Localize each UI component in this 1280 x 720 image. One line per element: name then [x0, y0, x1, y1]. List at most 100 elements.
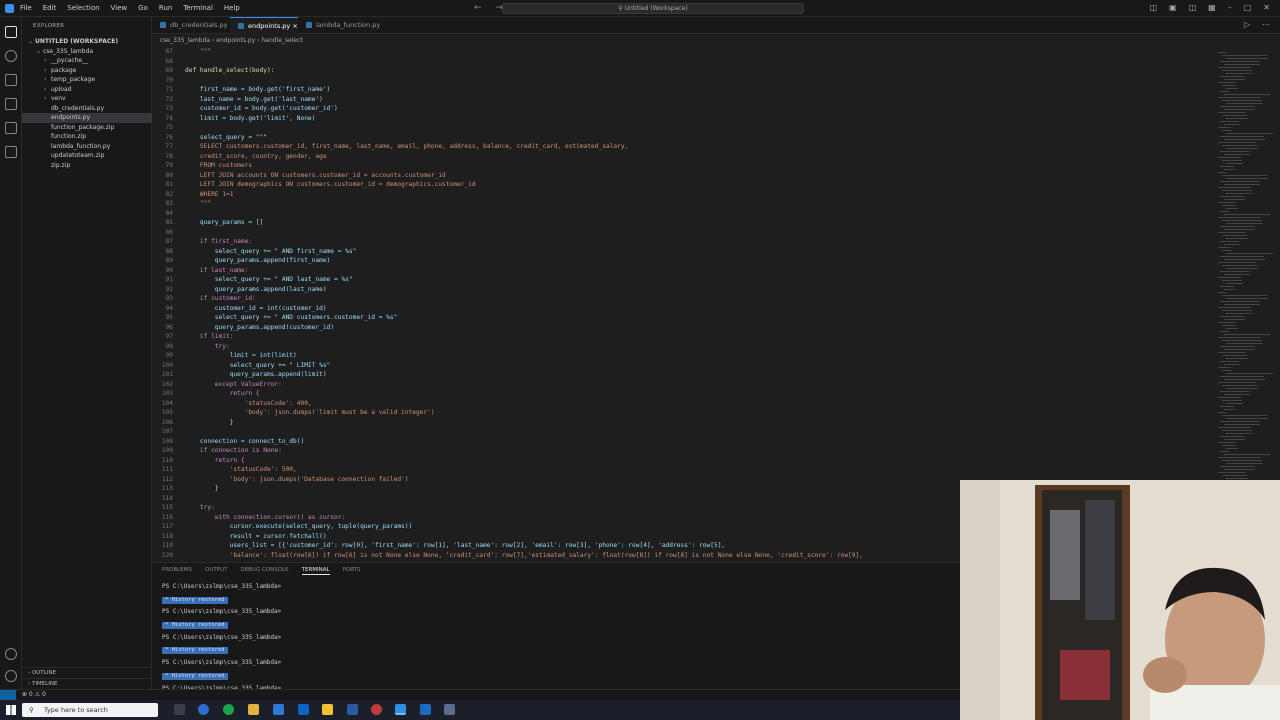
- timeline-section[interactable]: › TIMELINE: [22, 678, 152, 689]
- sidebar-item[interactable]: db_credentials.py: [22, 104, 152, 114]
- webcam-overlay: [960, 480, 1280, 720]
- problems-count[interactable]: ⊗ 0 ⚠ 0: [22, 691, 46, 698]
- menu-bar: File Edit Selection View Go Run Terminal…: [20, 4, 240, 12]
- layout-panel-icon[interactable]: ▣: [1169, 3, 1177, 12]
- vscode-taskbar-icon[interactable]: [395, 704, 406, 715]
- sidebar-item-label: upload: [51, 85, 72, 93]
- sticky-notes-icon[interactable]: [322, 704, 333, 715]
- line-number: 90: [165, 266, 173, 274]
- terminal-prompt: PS C:\Users\zslmp\cse_335_lambda>: [162, 608, 282, 616]
- minimap-line: [1220, 286, 1234, 287]
- obs-icon[interactable]: [371, 704, 382, 715]
- code-text: 'body': json.dumps('limit must be a vali…: [185, 409, 435, 416]
- search-icon[interactable]: [5, 50, 17, 62]
- run-debug-icon[interactable]: [5, 98, 17, 110]
- line-number: 76: [165, 133, 173, 141]
- sidebar-item[interactable]: › package: [22, 66, 152, 76]
- taskbar-search[interactable]: ⚲ Type here to search: [22, 703, 158, 717]
- line-number: 104: [161, 399, 173, 407]
- minimap-line: [1218, 412, 1226, 413]
- sidebar-item[interactable]: function.zip: [22, 132, 152, 142]
- terminal-prompt: PS C:\Users\zslmp\cse_335_lambda>: [162, 583, 282, 590]
- close-icon[interactable]: ✕: [1263, 3, 1270, 12]
- minimap-line: [1226, 418, 1268, 419]
- sidebar-item[interactable]: zip.zip: [22, 161, 152, 171]
- minimap-line: [1224, 424, 1260, 425]
- minimize-icon[interactable]: –: [1228, 3, 1232, 12]
- sidebar-item[interactable]: › temp_package: [22, 75, 152, 85]
- minimap-line: [1226, 88, 1238, 89]
- activity-bar: [0, 17, 22, 689]
- store-icon[interactable]: [273, 704, 284, 715]
- line-number: 73: [165, 105, 173, 112]
- terminal-output[interactable]: PS C:\Users\zslmp\cse_335_lambda> * Hist…: [162, 581, 281, 695]
- layout-aux-icon[interactable]: ◫: [1189, 3, 1197, 12]
- edge-icon[interactable]: [198, 704, 209, 715]
- chrome-icon[interactable]: [223, 704, 234, 715]
- panel-tab-debug-console[interactable]: DEBUG CONSOLE: [240, 567, 288, 575]
- minimap-line: [1226, 148, 1258, 149]
- sidebar-item[interactable]: › venv: [22, 94, 152, 104]
- bottom-panel: PROBLEMS OUTPUT DEBUG CONSOLE TERMINAL P…: [152, 562, 960, 692]
- sidebar-item[interactable]: › upload: [22, 85, 152, 95]
- command-center[interactable]: ⚲ Untitled (Workspace): [502, 3, 804, 14]
- code-text: }: [185, 418, 234, 426]
- menu-help[interactable]: Help: [224, 4, 240, 12]
- back-arrow-icon[interactable]: ←: [474, 3, 482, 13]
- sidebar-item[interactable]: › __pycache__: [22, 56, 152, 66]
- minimap-line: [1218, 232, 1246, 233]
- panel-tab-output[interactable]: OUTPUT: [205, 567, 227, 575]
- sidebar-item[interactable]: updatetoteam.zip: [22, 151, 152, 161]
- minimap-line: [1222, 130, 1232, 131]
- task-view-icon[interactable]: [174, 704, 185, 715]
- minimap-line: [1222, 355, 1247, 356]
- layout-custom-icon[interactable]: ▦: [1208, 3, 1216, 12]
- extensions-icon[interactable]: [5, 122, 17, 134]
- source-control-icon[interactable]: [5, 74, 17, 86]
- file-explorer-icon[interactable]: [248, 704, 259, 715]
- sidebar-item[interactable]: function_package.zip: [22, 123, 152, 133]
- tab-lambda-function[interactable]: lambda_function.py: [298, 17, 382, 34]
- line-number: 113: [161, 485, 173, 492]
- gear-icon[interactable]: [5, 670, 17, 682]
- menu-view[interactable]: View: [111, 4, 128, 12]
- app-icon[interactable]: [420, 704, 431, 715]
- minimap-line: [1220, 421, 1259, 422]
- app-icon[interactable]: [444, 704, 455, 715]
- sidebar-item[interactable]: endpoints.py: [22, 113, 152, 123]
- minimap-line: [1226, 403, 1243, 404]
- panel-tab-ports[interactable]: PORTS: [343, 567, 361, 575]
- menu-terminal[interactable]: Terminal: [183, 4, 213, 12]
- sidebar-item-label: temp_package: [51, 76, 96, 83]
- code-text: first_name = body.get('first_name'): [185, 86, 331, 93]
- run-file-icon[interactable]: ▷: [1244, 20, 1250, 29]
- minimap-line: [1220, 376, 1264, 377]
- layout-sidebar-icon[interactable]: ◫: [1149, 3, 1157, 12]
- sidebar-item-label: function_package.zip: [51, 123, 115, 131]
- maximize-icon[interactable]: □: [1244, 3, 1252, 12]
- menu-file[interactable]: File: [20, 4, 32, 12]
- sidebar-item[interactable]: ⌄ UNTITLED (WORKSPACE): [22, 37, 152, 47]
- tab-db-credentials[interactable]: db_credentials.py: [152, 17, 230, 34]
- outline-section[interactable]: › OUTLINE: [22, 667, 152, 678]
- breadcrumb[interactable]: cse_335_lambda › endpoints.py › handle_s…: [160, 36, 303, 46]
- menu-run[interactable]: Run: [159, 4, 172, 12]
- testing-icon[interactable]: [5, 146, 17, 158]
- windows-start-icon[interactable]: [6, 705, 16, 715]
- tab-close-icon[interactable]: ×: [292, 22, 297, 30]
- sidebar-item[interactable]: lambda_function.py: [22, 142, 152, 152]
- app-icon[interactable]: [347, 704, 358, 715]
- panel-tab-problems[interactable]: PROBLEMS: [162, 567, 192, 575]
- tab-label: lambda_function.py: [316, 21, 381, 29]
- sidebar-item[interactable]: ⌄ cse_335_lambda: [22, 47, 152, 57]
- account-icon[interactable]: [5, 648, 17, 660]
- mail-icon[interactable]: [298, 704, 309, 715]
- menu-edit[interactable]: Edit: [43, 4, 57, 12]
- explorer-icon[interactable]: [5, 26, 17, 38]
- menu-selection[interactable]: Selection: [67, 4, 99, 12]
- more-actions-icon[interactable]: ⋯: [1262, 20, 1270, 29]
- menu-go[interactable]: Go: [138, 4, 148, 12]
- tab-endpoints[interactable]: endpoints.py ×: [230, 17, 298, 34]
- panel-tab-terminal[interactable]: TERMINAL: [301, 567, 330, 575]
- minimap-line: [1222, 160, 1242, 161]
